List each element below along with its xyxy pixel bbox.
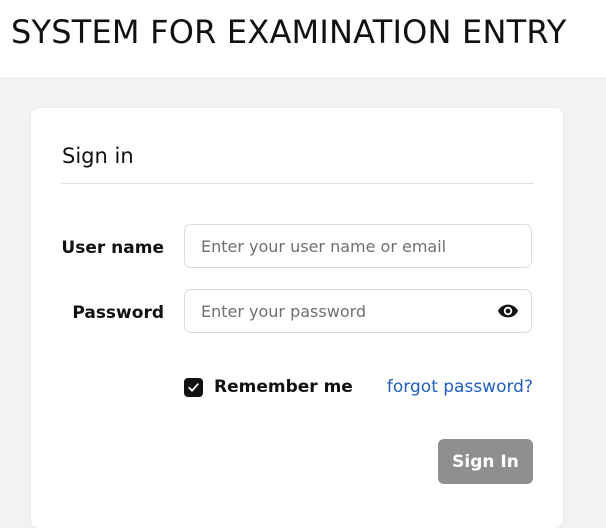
password-input[interactable] (185, 290, 531, 332)
remember-me-row: Remember me (184, 375, 353, 399)
login-card: Sign in User name Password Remember me f… (31, 108, 563, 528)
remember-me-checkbox[interactable] (184, 377, 203, 397)
username-field-box[interactable] (184, 224, 532, 268)
username-label: User name (61, 238, 164, 258)
app-title: SYSTEM FOR EXAMINATION ENTRY (11, 13, 567, 51)
password-field-box[interactable] (184, 289, 532, 333)
eye-icon[interactable] (497, 302, 519, 320)
sign-in-button[interactable]: Sign In (438, 439, 533, 484)
card-title: Sign in (62, 144, 134, 168)
title-divider (61, 183, 534, 184)
forgot-password-link[interactable]: forgot password? (387, 375, 533, 399)
password-label: Password (72, 303, 164, 323)
remember-me-label[interactable]: Remember me (214, 375, 353, 399)
username-input[interactable] (185, 225, 531, 267)
header-bar: SYSTEM FOR EXAMINATION ENTRY (0, 0, 606, 77)
checkmark-icon (188, 382, 199, 392)
